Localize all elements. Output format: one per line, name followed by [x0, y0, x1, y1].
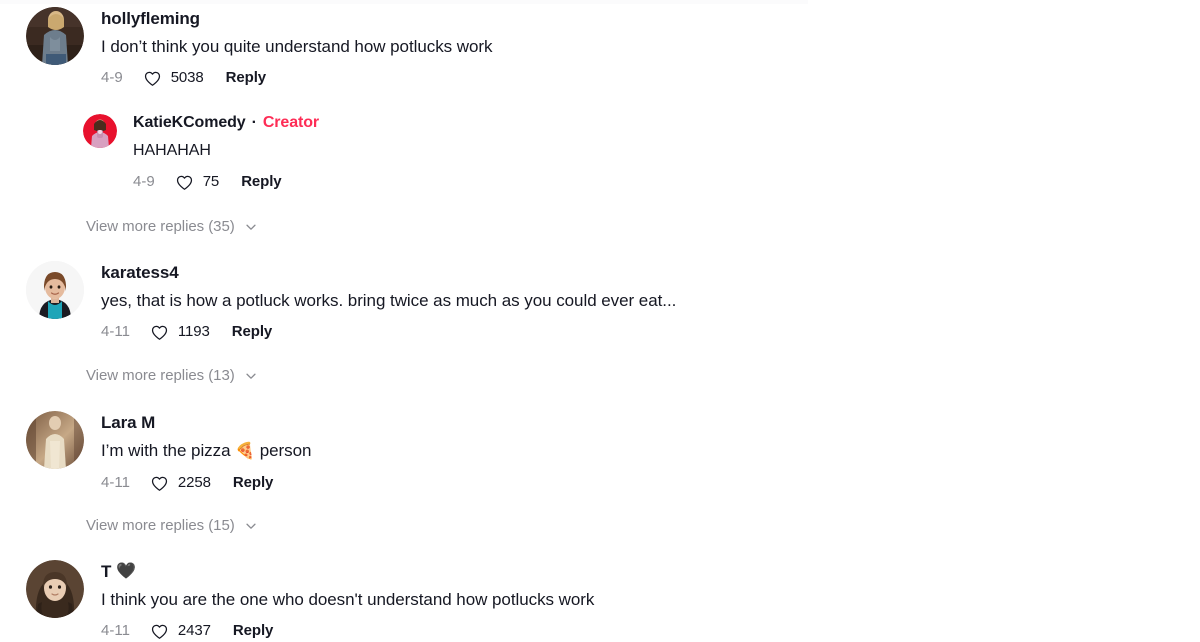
heart-icon — [175, 173, 194, 192]
avatar[interactable] — [26, 411, 84, 469]
like-count: 2258 — [177, 474, 211, 491]
comment-date: 4-11 — [101, 323, 130, 340]
like-count: 5038 — [170, 69, 204, 86]
view-more-replies-button[interactable]: View more replies (13) — [0, 364, 1200, 388]
reply-body: KatieKComedy · Creator HAHAHAH 4-9 75 Re… — [117, 112, 1180, 193]
comment-text-part: person — [255, 441, 312, 460]
reply-button[interactable]: Reply — [233, 620, 273, 642]
like-count: 75 — [202, 173, 220, 190]
comment-username[interactable]: Lara M — [101, 411, 1180, 434]
comment-body: T 🖤 I think you are the one who doesn't … — [84, 559, 1180, 642]
reply-item: KatieKComedy · Creator HAHAHAH 4-9 75 Re… — [0, 112, 1200, 193]
avatar[interactable] — [26, 261, 84, 319]
comment-body: Lara M I’m with the pizza 🍕 person 4-11 … — [84, 410, 1180, 494]
comment-item: karatess4 yes, that is how a potluck wor… — [0, 260, 1200, 343]
username-separator: · — [251, 114, 257, 131]
username-text: T — [101, 562, 112, 581]
comment-username[interactable]: hollyfleming — [101, 7, 1180, 30]
comment-date: 4-11 — [101, 622, 130, 639]
reply-date: 4-9 — [133, 173, 155, 190]
like-button[interactable]: 1193 — [150, 321, 210, 343]
like-count: 2437 — [177, 622, 211, 639]
comment-list: hollyfleming I don’t think you quite und… — [0, 0, 1200, 642]
like-button[interactable]: 75 — [175, 171, 220, 193]
comment-meta: 4-9 5038 Reply — [101, 67, 1180, 89]
username-text: KatieKComedy — [133, 114, 246, 131]
reply-meta: 4-9 75 Reply — [133, 171, 1180, 193]
reply-button[interactable]: Reply — [226, 67, 266, 89]
comment-meta: 4-11 1193 Reply — [101, 321, 1180, 343]
comment-text: I think you are the one who doesn't unde… — [101, 590, 595, 609]
comment-item: Lara M I’m with the pizza 🍕 person 4-11 … — [0, 410, 1200, 494]
like-button[interactable]: 2437 — [150, 620, 211, 642]
comment-body: karatess4 yes, that is how a potluck wor… — [84, 260, 1180, 343]
avatar[interactable] — [83, 114, 117, 148]
reply-text: HAHAHAH — [133, 142, 211, 159]
avatar[interactable] — [26, 7, 84, 65]
chevron-down-icon — [244, 369, 258, 383]
username-text: karatess4 — [101, 263, 179, 282]
like-count: 1193 — [177, 323, 210, 340]
view-more-label: View more replies (15) — [86, 517, 235, 534]
view-more-replies-button[interactable]: View more replies (15) — [0, 514, 1200, 538]
username-text: Lara M — [101, 413, 156, 432]
view-more-label: View more replies (13) — [86, 367, 235, 384]
chevron-down-icon — [244, 220, 258, 234]
comments-page: hollyfleming I don’t think you quite und… — [0, 0, 1200, 639]
reply-username[interactable]: KatieKComedy · Creator — [133, 112, 1180, 134]
heart-icon — [150, 474, 169, 493]
reply-button[interactable]: Reply — [241, 171, 281, 193]
comment-meta: 4-11 2258 Reply — [101, 472, 1180, 494]
reply-button[interactable]: Reply — [232, 321, 272, 343]
reply-button[interactable]: Reply — [233, 472, 273, 494]
comment-date: 4-11 — [101, 474, 130, 491]
comment-username[interactable]: T 🖤 — [101, 560, 1180, 583]
view-more-label: View more replies (35) — [86, 218, 235, 235]
black-heart-emoji: 🖤 — [116, 563, 137, 580]
comment-item: hollyfleming I don’t think you quite und… — [0, 6, 1200, 89]
comment-text: yes, that is how a potluck works. bring … — [101, 291, 677, 310]
heart-icon — [143, 69, 162, 88]
view-more-replies-button[interactable]: View more replies (35) — [0, 215, 1200, 239]
pizza-emoji: 🍕 — [235, 443, 256, 460]
heart-icon — [150, 622, 169, 641]
comment-date: 4-9 — [101, 69, 123, 86]
comment-meta: 4-11 2437 Reply — [101, 620, 1180, 642]
chevron-down-icon — [244, 519, 258, 533]
like-button[interactable]: 5038 — [143, 67, 204, 89]
comment-text: I don’t think you quite understand how p… — [101, 37, 493, 56]
comment-text-part: I’m with the pizza — [101, 441, 236, 460]
comment-text: I’m with the pizza 🍕 person — [101, 439, 1180, 464]
heart-icon — [150, 323, 169, 342]
like-button[interactable]: 2258 — [150, 472, 211, 494]
username-text: hollyfleming — [101, 9, 200, 28]
creator-badge: Creator — [262, 114, 320, 131]
avatar[interactable] — [26, 560, 84, 618]
comment-username[interactable]: karatess4 — [101, 261, 1180, 284]
comment-body: hollyfleming I don’t think you quite und… — [84, 6, 1180, 89]
comment-item: T 🖤 I think you are the one who doesn't … — [0, 559, 1200, 642]
